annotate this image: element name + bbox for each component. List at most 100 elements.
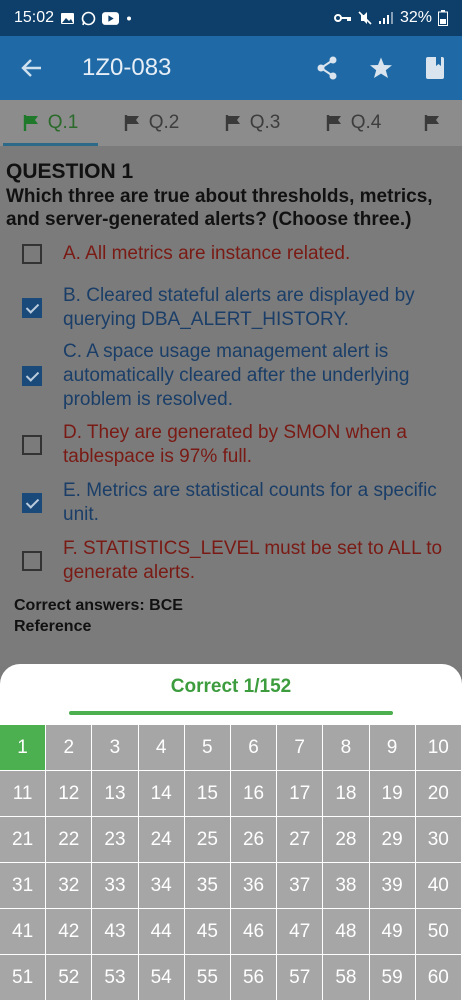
question-number-cell[interactable]: 12 [46, 771, 93, 817]
question-number-cell[interactable]: 35 [184, 863, 231, 909]
question-number-cell[interactable]: 60 [415, 955, 462, 1000]
option-e[interactable]: E. Metrics are statistical counts for a … [6, 479, 456, 527]
question-number-cell[interactable]: 46 [230, 909, 278, 955]
question-number-cell[interactable]: 55 [184, 955, 231, 1000]
question-number-cell[interactable]: 44 [138, 909, 185, 955]
question-number-cell[interactable]: 52 [46, 955, 93, 1000]
option-f[interactable]: F. STATISTICS_LEVEL must be set to ALL t… [6, 537, 456, 585]
score-title: Correct 1/152 [170, 676, 292, 697]
question-number-cell[interactable]: 3 [92, 725, 139, 771]
bookmark-icon [426, 57, 444, 79]
question-number-cell[interactable]: 43 [92, 909, 139, 955]
back-button[interactable] [0, 36, 64, 100]
question-number-cell[interactable]: 16 [230, 771, 278, 817]
question-number-cell[interactable]: 31 [0, 863, 47, 909]
question-number-cell[interactable]: 40 [415, 863, 462, 909]
question-content: QUESTION 1 Which three are true about th… [0, 146, 462, 666]
option-text: E. Metrics are statistical counts for a … [63, 480, 437, 525]
question-number-cell[interactable]: 11 [0, 771, 47, 817]
score-divider [69, 711, 393, 715]
whatsapp-icon [81, 11, 96, 25]
question-number-cell[interactable]: 39 [369, 863, 416, 909]
question-number-cell[interactable]: 23 [92, 817, 139, 863]
question-number-cell[interactable]: 28 [323, 817, 370, 863]
tab-q5[interactable] [404, 100, 462, 146]
question-number-cell[interactable]: 37 [277, 863, 324, 909]
dot-icon [127, 16, 132, 20]
question-number-cell[interactable]: 58 [323, 955, 370, 1000]
question-number-cell[interactable]: 8 [323, 725, 370, 771]
option-d[interactable]: D. They are generated by SMON when a tab… [6, 421, 456, 469]
key-icon [333, 14, 351, 22]
checkbox-a[interactable] [22, 244, 42, 264]
question-number-cell[interactable]: 50 [415, 909, 462, 955]
question-number-cell[interactable]: 22 [46, 817, 93, 863]
question-number-cell[interactable]: 47 [277, 909, 324, 955]
question-number-cell[interactable]: 9 [369, 725, 416, 771]
question-number-cell[interactable]: 54 [138, 955, 185, 1000]
question-number-cell[interactable]: 25 [184, 817, 231, 863]
option-b[interactable]: B. Cleared stateful alerts are displayed… [6, 284, 456, 332]
question-number-cell[interactable]: 42 [46, 909, 93, 955]
option-text: F. STATISTICS_LEVEL must be set to ALL t… [63, 538, 443, 583]
question-number-cell[interactable]: 36 [230, 863, 278, 909]
question-number-cell[interactable]: 49 [369, 909, 416, 955]
question-number-cell[interactable]: 13 [92, 771, 139, 817]
checkbox-d[interactable] [22, 435, 42, 455]
question-number-cell[interactable]: 45 [184, 909, 231, 955]
question-number-cell[interactable]: 15 [184, 771, 231, 817]
question-number-cell[interactable]: 48 [323, 909, 370, 955]
question-number-cell[interactable]: 10 [415, 725, 462, 771]
question-number-cell[interactable]: 1 [0, 725, 47, 771]
question-number-cell[interactable]: 24 [138, 817, 185, 863]
question-number-cell[interactable]: 7 [277, 725, 324, 771]
question-number-cell[interactable]: 30 [415, 817, 462, 863]
checkbox-c[interactable] [22, 366, 42, 386]
question-number-cell[interactable]: 57 [277, 955, 324, 1000]
tab-q4[interactable]: Q.4 [303, 100, 404, 146]
question-number-cell[interactable]: 27 [277, 817, 324, 863]
question-number-cell[interactable]: 56 [230, 955, 278, 1000]
question-number-cell[interactable]: 41 [0, 909, 47, 955]
bookmark-button[interactable] [408, 36, 462, 100]
status-bar: 15:02 32% [0, 0, 462, 36]
checkbox-b[interactable] [22, 298, 42, 318]
question-number-cell[interactable]: 17 [277, 771, 324, 817]
question-navigator-sheet: Correct 1/152 1 2 3 4 5 6 7 8 9 10 11 12 13 14 15 16 17 1… [0, 664, 462, 1000]
question-number-cell[interactable]: 19 [369, 771, 416, 817]
tab-q2[interactable]: Q.2 [101, 100, 202, 146]
star-icon [370, 57, 392, 78]
question-number-cell[interactable]: 59 [369, 955, 416, 1000]
question-number-cell[interactable]: 53 [92, 955, 139, 1000]
star-button[interactable] [354, 36, 408, 100]
option-text: C. A space usage management alert is aut… [63, 341, 410, 410]
question-number-cell[interactable]: 33 [92, 863, 139, 909]
checkbox-f[interactable] [22, 551, 42, 571]
question-number-cell[interactable]: 14 [138, 771, 185, 817]
question-number-cell[interactable]: 32 [46, 863, 93, 909]
question-number-cell[interactable]: 6 [230, 725, 278, 771]
question-number-cell[interactable]: 2 [46, 725, 93, 771]
question-number-cell[interactable]: 20 [415, 771, 462, 817]
question-number-cell[interactable]: 34 [138, 863, 185, 909]
question-number-cell[interactable]: 21 [0, 817, 47, 863]
mute-icon [358, 11, 372, 25]
youtube-icon [102, 11, 120, 25]
question-number-cell[interactable]: 26 [230, 817, 278, 863]
flag-icon [23, 115, 38, 131]
correct-answers-text: Correct answers: BCE [14, 597, 183, 614]
question-number-cell[interactable]: 51 [0, 955, 47, 1000]
question-number-cell[interactable]: 29 [369, 817, 416, 863]
question-number-cell[interactable]: 38 [323, 863, 370, 909]
tab-q3[interactable]: Q.3 [202, 100, 303, 146]
share-button[interactable] [300, 36, 354, 100]
option-a[interactable]: A. All metrics are instance related. [6, 242, 456, 266]
question-number-cell[interactable]: 18 [323, 771, 370, 817]
option-c[interactable]: C. A space usage management alert is aut… [6, 340, 456, 412]
tab-q1[interactable]: Q.1 [0, 100, 101, 146]
question-number-cell[interactable]: 5 [184, 725, 231, 771]
status-right: 32% [333, 9, 448, 27]
reference-label: Reference [14, 618, 92, 635]
question-number-cell[interactable]: 4 [138, 725, 185, 771]
checkbox-e[interactable] [22, 493, 42, 513]
